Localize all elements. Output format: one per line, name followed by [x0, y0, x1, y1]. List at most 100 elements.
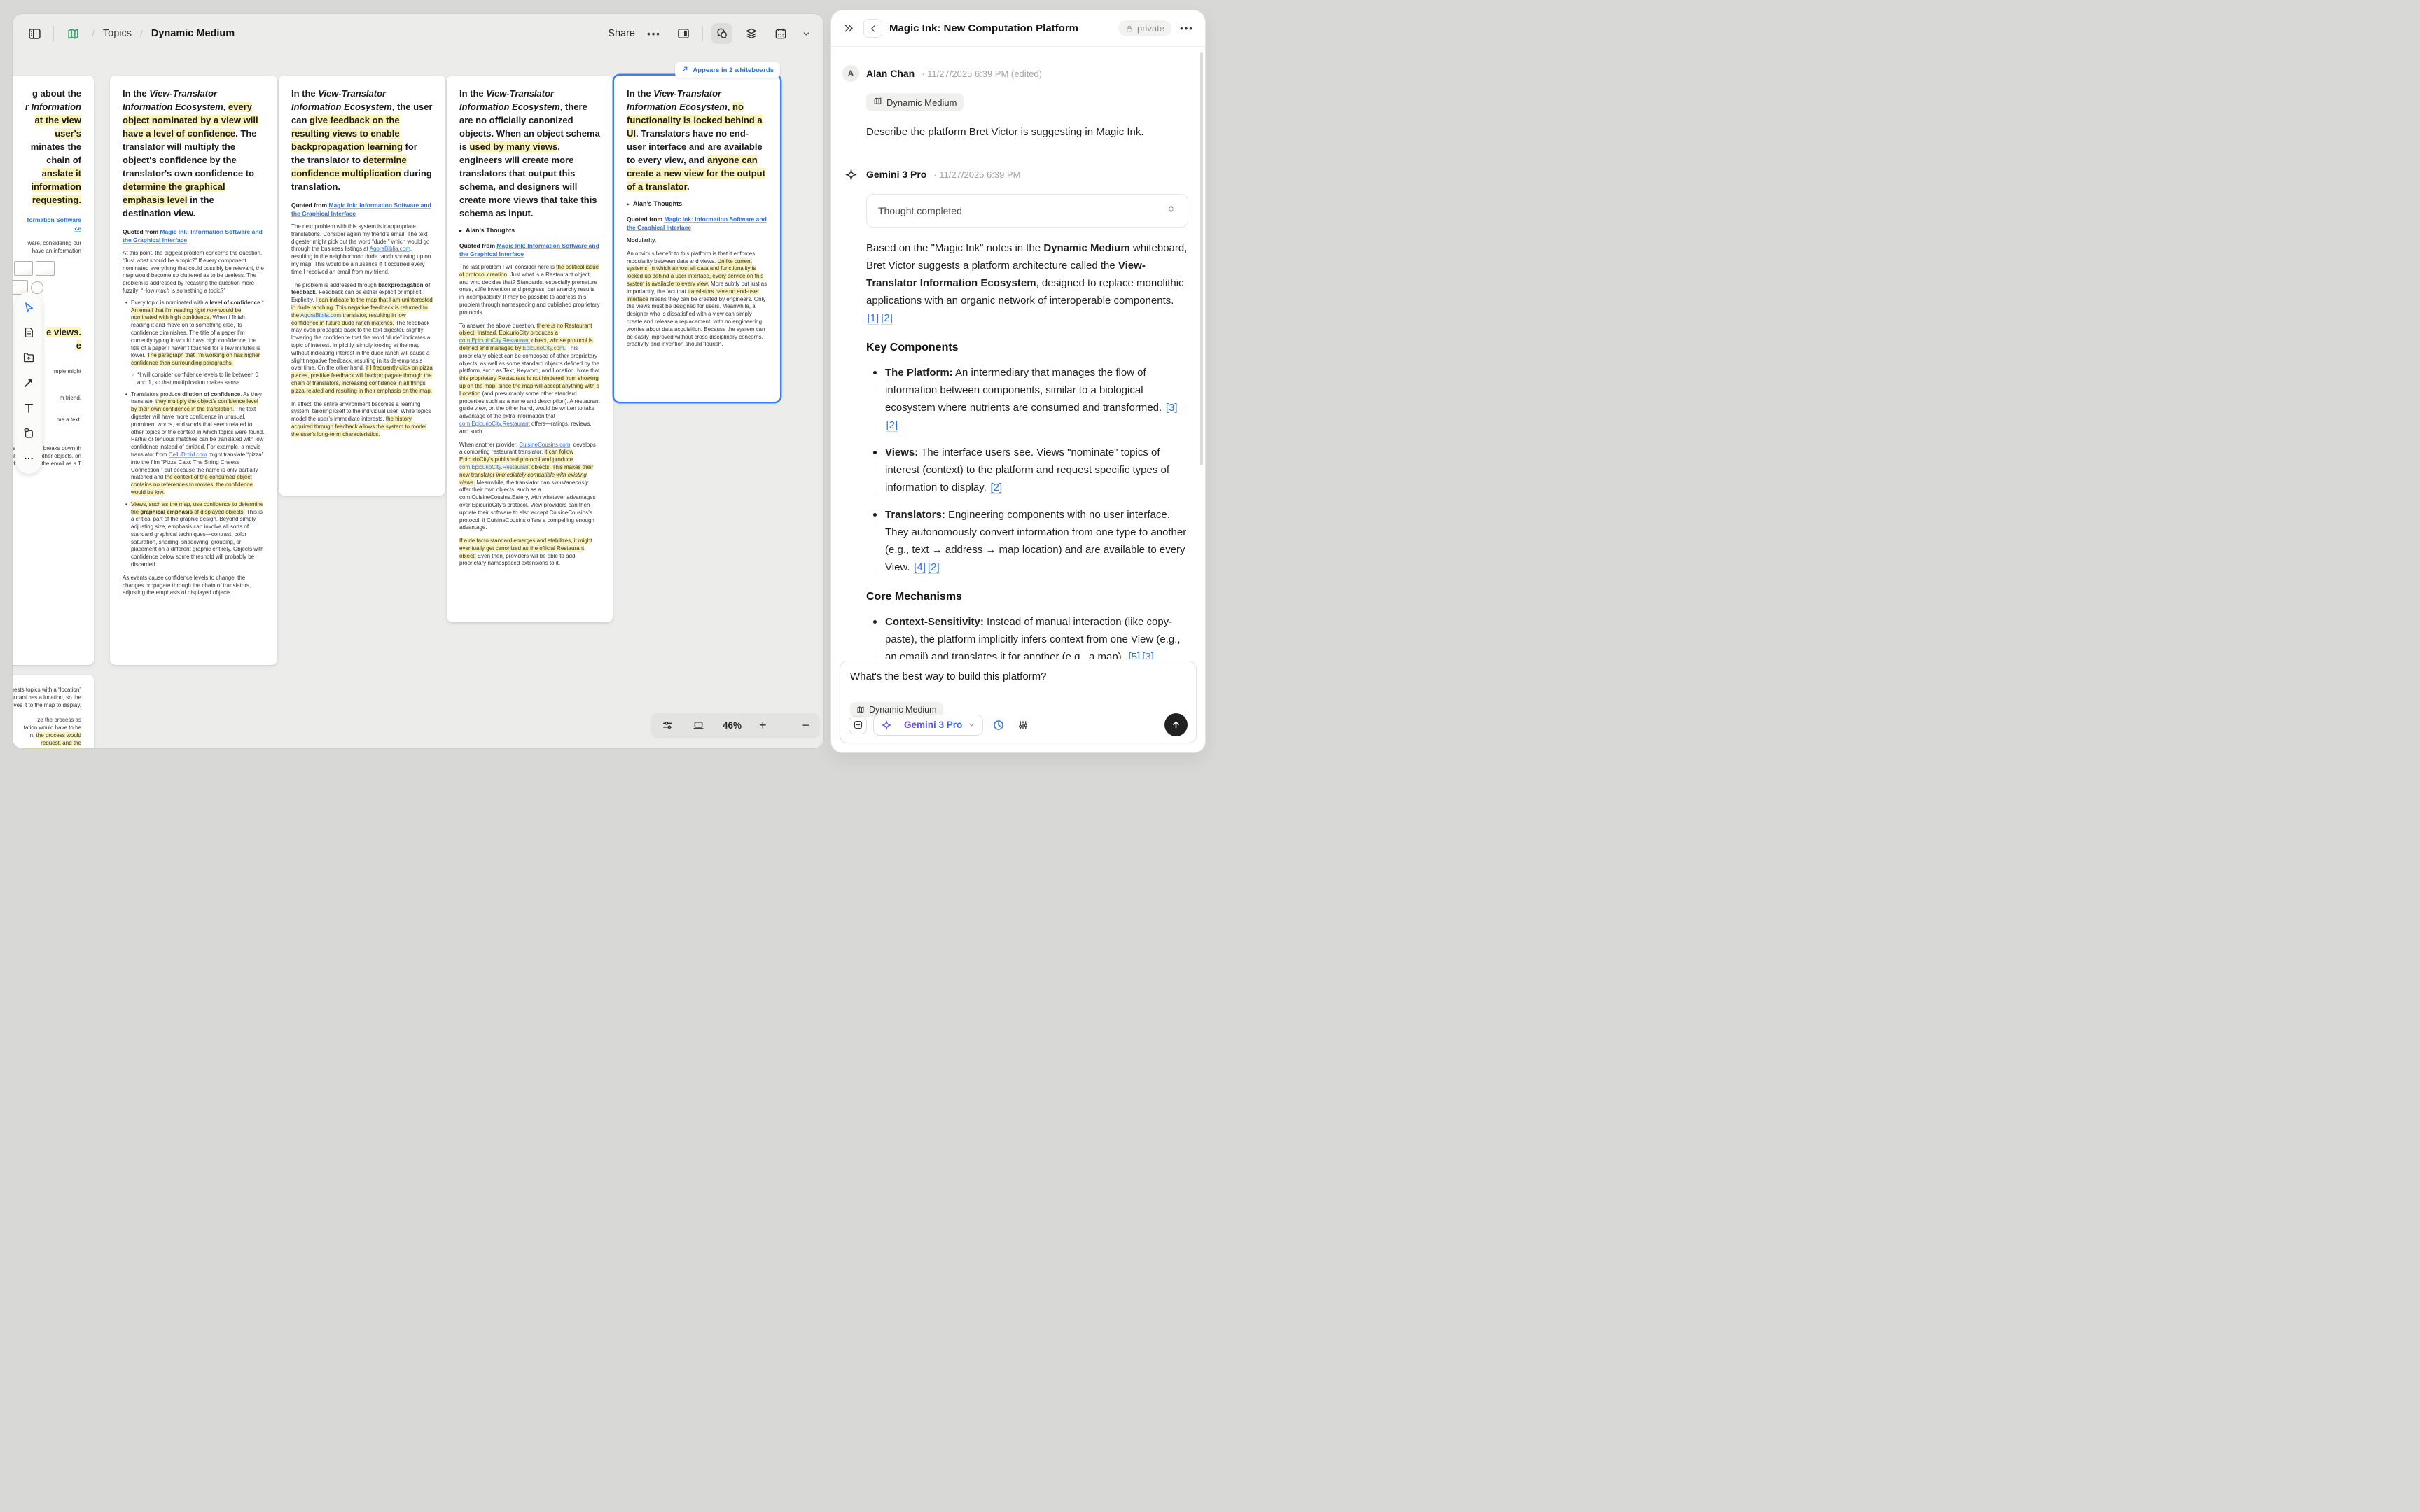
text-run: Translators:: [885, 509, 945, 521]
whiteboard-card[interactable]: In the View-Translator Information Ecosy…: [614, 76, 780, 402]
text-run: Translators produce: [131, 391, 182, 398]
citation-link[interactable]: [2]: [990, 482, 1002, 494]
connector-tool-button[interactable]: [18, 372, 39, 393]
text-run: Even then, providers will be able to add…: [459, 553, 575, 567]
citation-link[interactable]: [2]: [881, 312, 893, 325]
sidebar-icon: [27, 27, 42, 41]
thoughts-toggle[interactable]: ▸Alan’s Thoughts: [627, 200, 767, 207]
inline-link[interactable]: AgoraBiblia.com: [300, 312, 341, 318]
whiteboard-card[interactable]: In the View-Translator Information Ecosy…: [279, 76, 445, 496]
thread-menu-button[interactable]: •••: [1178, 18, 1195, 39]
frame-tool-button[interactable]: [18, 423, 39, 444]
right-panel-toggle-button[interactable]: [673, 23, 694, 44]
whiteboard-card[interactable]: In the View-Translator Information Ecosy…: [110, 76, 277, 665]
present-mode-button[interactable]: [692, 719, 705, 732]
attach-button[interactable]: [849, 716, 867, 734]
whiteboard-map-icon[interactable]: [62, 23, 83, 44]
citation-link[interactable]: [3]: [1166, 402, 1178, 414]
toggle-triangle-icon: ▸: [627, 201, 630, 207]
citation-link[interactable]: [4]: [914, 561, 926, 574]
collapse-panel-button[interactable]: [841, 18, 856, 39]
text-run: The interface users see. Views "nominate…: [885, 447, 1169, 493]
gemini-sparkle-icon: [881, 720, 892, 731]
inline-link[interactable]: CelluDroid.com: [169, 451, 207, 458]
text-run: Dynamic Medium: [1043, 242, 1129, 254]
back-button[interactable]: [863, 19, 882, 38]
message-header: Gemini 3 Pro· 11/27/2025 6:39 PM: [842, 166, 1188, 183]
card-text-fragment: g about the: [13, 87, 81, 100]
citation-link[interactable]: [5]: [1129, 651, 1141, 659]
history-button[interactable]: [989, 716, 1008, 734]
context-chip[interactable]: Dynamic Medium: [866, 93, 964, 111]
inline-link[interactable]: CuisineCousins.com: [519, 442, 570, 448]
text-run: An email that I’m reading: [131, 307, 195, 314]
more-options-button[interactable]: •••: [644, 23, 665, 44]
chat-panel-button[interactable]: [711, 23, 732, 44]
text-run: ware, considering our: [28, 240, 81, 246]
card-text-fragment: ce: [13, 224, 81, 232]
text-run: requesting.: [32, 195, 81, 205]
zoom-out-button[interactable]: −: [802, 718, 809, 733]
whiteboard-window: g about ther Informationat the viewuser'…: [13, 14, 823, 748]
chat-settings-button[interactable]: [1014, 716, 1032, 734]
thoughts-toggle[interactable]: ▸Alan’s Thoughts: [459, 227, 600, 234]
card-text-fragment: user's: [13, 127, 81, 140]
text-run: have an information: [32, 248, 81, 254]
list-item: Context-Sensitivity: Instead of manual i…: [885, 613, 1188, 659]
inline-link[interactable]: formation Software: [27, 216, 81, 223]
inline-link[interactable]: ce: [75, 225, 81, 232]
calendar-button[interactable]: [770, 23, 791, 44]
more-tools-button[interactable]: [18, 448, 39, 469]
model-selector[interactable]: Gemini 3 Pro: [873, 715, 983, 736]
note-tool-button[interactable]: [18, 322, 39, 343]
chip-row: Dynamic Medium: [866, 93, 1188, 111]
appears-in-whiteboards-badge[interactable]: Appears in 2 whiteboards: [675, 62, 780, 78]
privacy-badge: private: [1118, 20, 1171, 36]
chat-composer[interactable]: What's the best way to build this platfo…: [840, 661, 1197, 743]
share-button[interactable]: Share: [608, 28, 635, 39]
select-tool-button[interactable]: [18, 297, 39, 318]
citation-link[interactable]: [3]: [1142, 651, 1154, 659]
card-quote-source: Quoted from Magic Ink: Information Softw…: [291, 201, 433, 218]
chat-messages: AAlan Chan· 11/27/2025 6:39 PM (edited)D…: [831, 47, 1199, 659]
citation-link[interactable]: [2]: [928, 561, 940, 574]
card-headline: In the View-Translator Information Ecosy…: [627, 87, 767, 193]
whiteboard-card[interactable]: g view requests topics with a “location”…: [13, 675, 94, 748]
inline-link[interactable]: EpicurioCity.com: [522, 345, 564, 351]
import-tool-button[interactable]: [18, 347, 39, 368]
text-run: user's: [55, 128, 81, 139]
composer-input[interactable]: What's the best way to build this platfo…: [850, 671, 1186, 682]
chevron-down-icon[interactable]: [800, 23, 812, 44]
citation-link[interactable]: [2]: [886, 419, 898, 432]
zoom-level[interactable]: 46%: [723, 720, 742, 731]
text-run: Based on the "Magic Ink" notes in the: [866, 242, 1043, 254]
text-run: .*: [260, 300, 264, 306]
inline-link[interactable]: com.EpicurioCity.Restaurant: [459, 421, 530, 427]
whiteboard-canvas[interactable]: g about ther Informationat the viewuser'…: [13, 14, 823, 748]
card-paragraph: The last problem I will consider here is…: [459, 264, 600, 317]
card-quote-source: Quoted from Magic Ink: Information Softw…: [459, 241, 600, 258]
list-item: The Platform: An intermediary that manag…: [885, 364, 1188, 434]
send-button[interactable]: [1164, 713, 1188, 736]
scrollbar-thumb[interactable]: [1200, 52, 1203, 465]
message-paragraph: Describe the platform Bret Victor is sug…: [866, 123, 1188, 141]
zoom-toolbar: 46% + −: [651, 713, 819, 737]
text-run: information: [32, 181, 82, 192]
breadcrumb-topics[interactable]: Topics: [103, 28, 132, 39]
list: Every topic is nominated with a level of…: [123, 300, 265, 569]
zoom-in-button[interactable]: +: [759, 718, 767, 733]
whiteboard-card[interactable]: In the View-Translator Information Ecosy…: [447, 76, 613, 622]
layers-button[interactable]: [741, 23, 762, 44]
inline-link[interactable]: com.EpicurioCity.Restaurant: [459, 464, 530, 470]
inline-link[interactable]: com.EpicurioCity.Restaurant: [459, 337, 530, 344]
inline-link[interactable]: AgoraBiblia.com: [370, 246, 410, 252]
sidebar-toggle-button[interactable]: [24, 23, 45, 44]
text-run: gives it to the map to display.: [13, 702, 81, 708]
canvas-settings-button[interactable]: [661, 719, 674, 732]
card-paragraph: The next problem with this system is ina…: [291, 223, 433, 276]
citation-link[interactable]: [1]: [868, 312, 879, 325]
thought-completed-box[interactable]: Thought completed: [866, 194, 1188, 227]
whiteboard-header: / Topics / Dynamic Medium Share •••: [13, 14, 823, 53]
text-tool-button[interactable]: [18, 398, 39, 419]
text-run: graphical emphasis: [140, 509, 193, 515]
